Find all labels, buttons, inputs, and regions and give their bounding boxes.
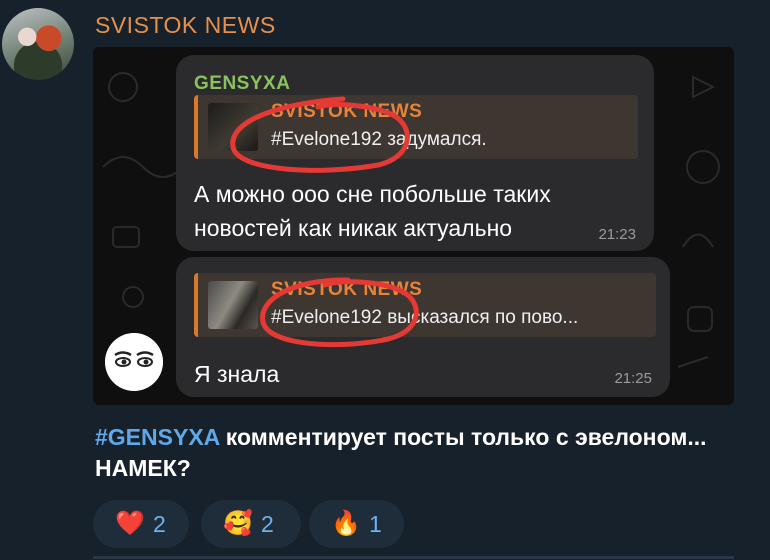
reaction-fire[interactable]: 🔥 1 <box>309 500 404 548</box>
fire-icon: 🔥 <box>331 510 361 537</box>
reaction-count: 2 <box>261 510 274 537</box>
forwarded-screenshot[interactable]: GENSYXA SVISTOK NEWS #Evelone192 задумал… <box>93 47 734 405</box>
post-caption: #GENSYXA комментирует посты только с эве… <box>95 422 715 484</box>
message-text: Я знала <box>194 361 280 387</box>
caption-hashtag[interactable]: #GENSYXA <box>95 424 219 450</box>
reply-thumbnail <box>208 281 258 329</box>
message-time: 21:23 <box>598 226 636 243</box>
sender-name: GENSYXA <box>194 73 291 94</box>
reply-quote: SVISTOK NEWS #Evelone192 задумался. <box>194 95 638 159</box>
reply-quote: SVISTOK NEWS #Evelone192 высказался по п… <box>194 273 656 337</box>
message-time: 21:25 <box>614 370 652 387</box>
message-text: А можно ооо сне побольше таких новостей … <box>194 181 551 241</box>
reaction-heart[interactable]: ❤️ 2 <box>93 500 189 548</box>
reaction-smiling-face-with-hearts[interactable]: 🥰 2 <box>201 500 301 548</box>
message-bubble: GENSYXA SVISTOK NEWS #Evelone192 задумал… <box>176 55 654 251</box>
channel-name[interactable]: SVISTOK NEWS <box>95 12 276 39</box>
channel-avatar[interactable] <box>2 8 74 80</box>
reaction-count: 2 <box>153 510 166 537</box>
reply-title: SVISTOK NEWS <box>271 101 423 122</box>
reply-thumbnail <box>208 103 258 151</box>
bottom-divider <box>93 556 734 559</box>
message-bubble: SVISTOK NEWS #Evelone192 высказался по п… <box>176 257 670 397</box>
reply-text: #Evelone192 задумался. <box>271 129 487 150</box>
sender-avatar <box>105 333 163 391</box>
heart-icon: ❤️ <box>115 510 145 537</box>
reply-text: #Evelone192 высказался по пово... <box>271 307 579 328</box>
reaction-count: 1 <box>369 510 382 537</box>
reply-title: SVISTOK NEWS <box>271 279 423 300</box>
smiling-face-with-hearts-icon: 🥰 <box>223 510 253 537</box>
